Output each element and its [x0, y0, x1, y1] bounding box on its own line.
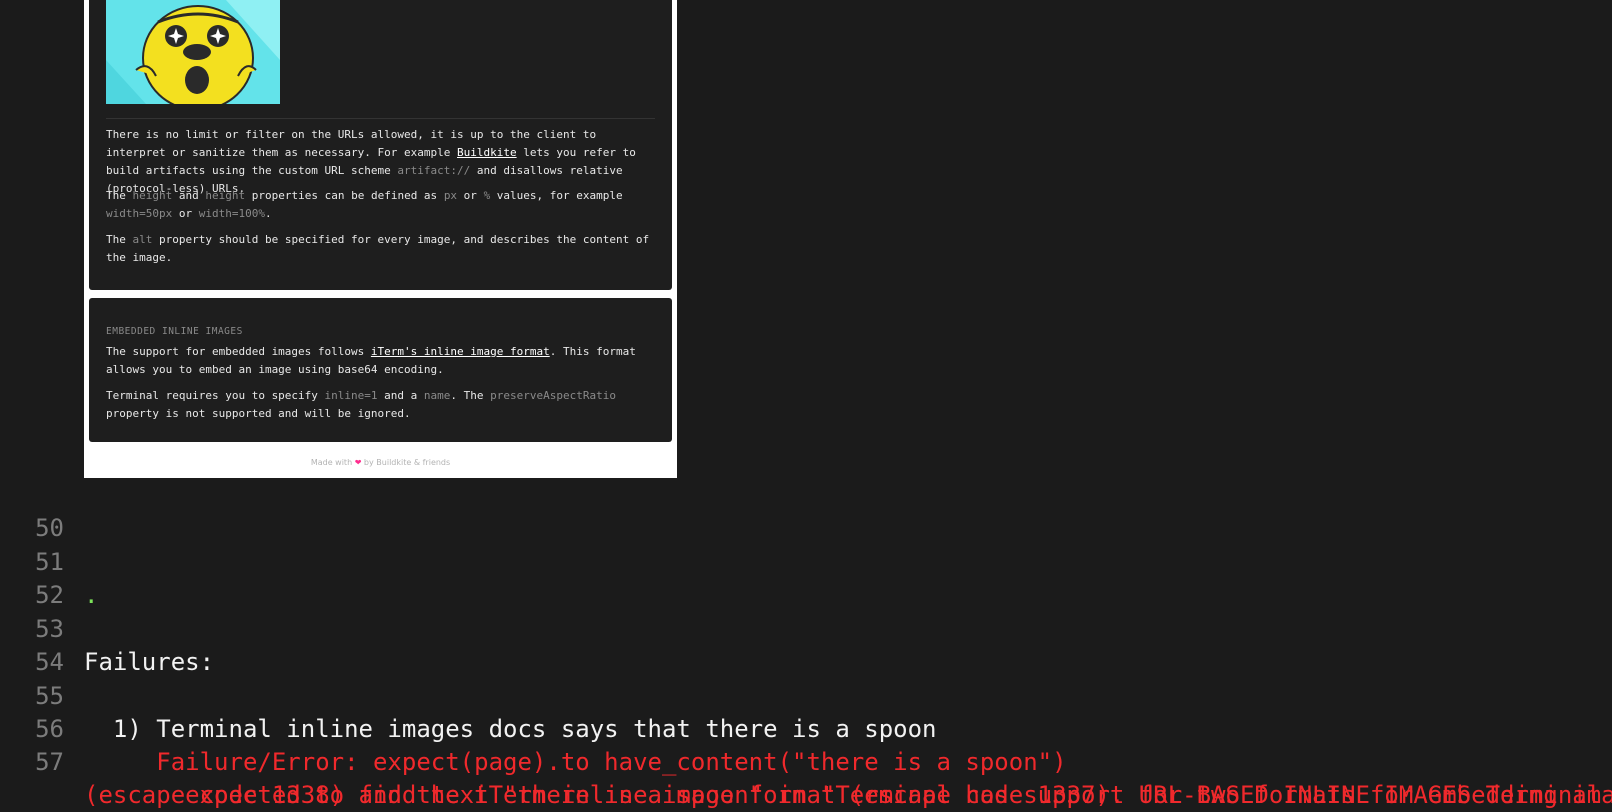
inline-code: height	[205, 189, 246, 202]
inline-code: inline=1	[324, 389, 378, 402]
buildkite-link[interactable]: Buildkite	[457, 146, 517, 159]
size-properties-paragraph: The height and height properties can be …	[106, 187, 657, 223]
text: .	[264, 207, 272, 220]
inline-code: width=50px	[106, 207, 173, 220]
text: The	[106, 189, 133, 202]
embedded-images-card: EMBEDDED INLINE IMAGES The support for e…	[89, 298, 672, 442]
text: property should be specified for every i…	[106, 233, 650, 264]
url-images-card: There is no limit or filter on the URLs …	[89, 0, 672, 290]
inline-code: alt	[132, 233, 153, 246]
embedded-format-paragraph: The support for embedded images follows …	[106, 343, 657, 379]
inline-code: height	[132, 189, 173, 202]
text: The	[106, 233, 133, 246]
inline-code: artifact://	[397, 164, 471, 177]
terminal-line: (escape code 1338) and the iTerm inline …	[0, 746, 1612, 809]
text: properties can be defined as	[245, 189, 444, 202]
section-title: EMBEDDED INLINE IMAGES	[106, 326, 243, 337]
divider	[106, 118, 655, 119]
footer-text: by Buildkite & friends	[361, 458, 451, 467]
requirements-paragraph: Terminal requires you to specify inline=…	[106, 387, 657, 423]
terminal-line: 54	[0, 613, 1612, 676]
text: . The	[450, 389, 491, 402]
terminal-line: 55 1) Terminal inline images docs says t…	[0, 647, 1612, 743]
terminal-line: 53 Failures:	[0, 580, 1612, 676]
iterm-format-link[interactable]: iTerm's inline image format	[371, 345, 550, 358]
text: values, for example	[490, 189, 623, 202]
terminal-line: 56 Failure/Error: expect(page).to have_c…	[0, 680, 1612, 776]
footer-text: Made with	[310, 458, 355, 467]
inline-code: preserveAspectRatio	[490, 389, 616, 402]
text: and	[172, 189, 206, 202]
terminal-line: 57 expected to find text "there is a spo…	[0, 713, 1612, 809]
failure-message-continued: (escape code 1338) and the iTerm inline …	[84, 781, 1602, 809]
text: or	[457, 189, 484, 202]
terminal-line: 51 .	[0, 513, 1612, 609]
terminal-line: 52	[0, 546, 1612, 609]
terminal-line: 50	[0, 479, 1612, 542]
alt-property-paragraph: The alt property should be specified for…	[106, 231, 657, 267]
text: and a	[377, 389, 424, 402]
embedded-docs-page: There is no limit or filter on the URLs …	[84, 0, 677, 478]
text: The support for embedded images follows	[106, 345, 371, 358]
jake-image	[106, 0, 280, 104]
text: Terminal requires you to specify	[106, 389, 325, 402]
text: or	[172, 207, 199, 220]
inline-code: name	[423, 389, 451, 402]
inline-code: px	[443, 189, 458, 202]
inline-code: width=100%	[198, 207, 265, 220]
page-footer: Made with ❤ by Buildkite & friends	[84, 458, 677, 467]
text: property is not supported and will be ig…	[106, 407, 411, 420]
